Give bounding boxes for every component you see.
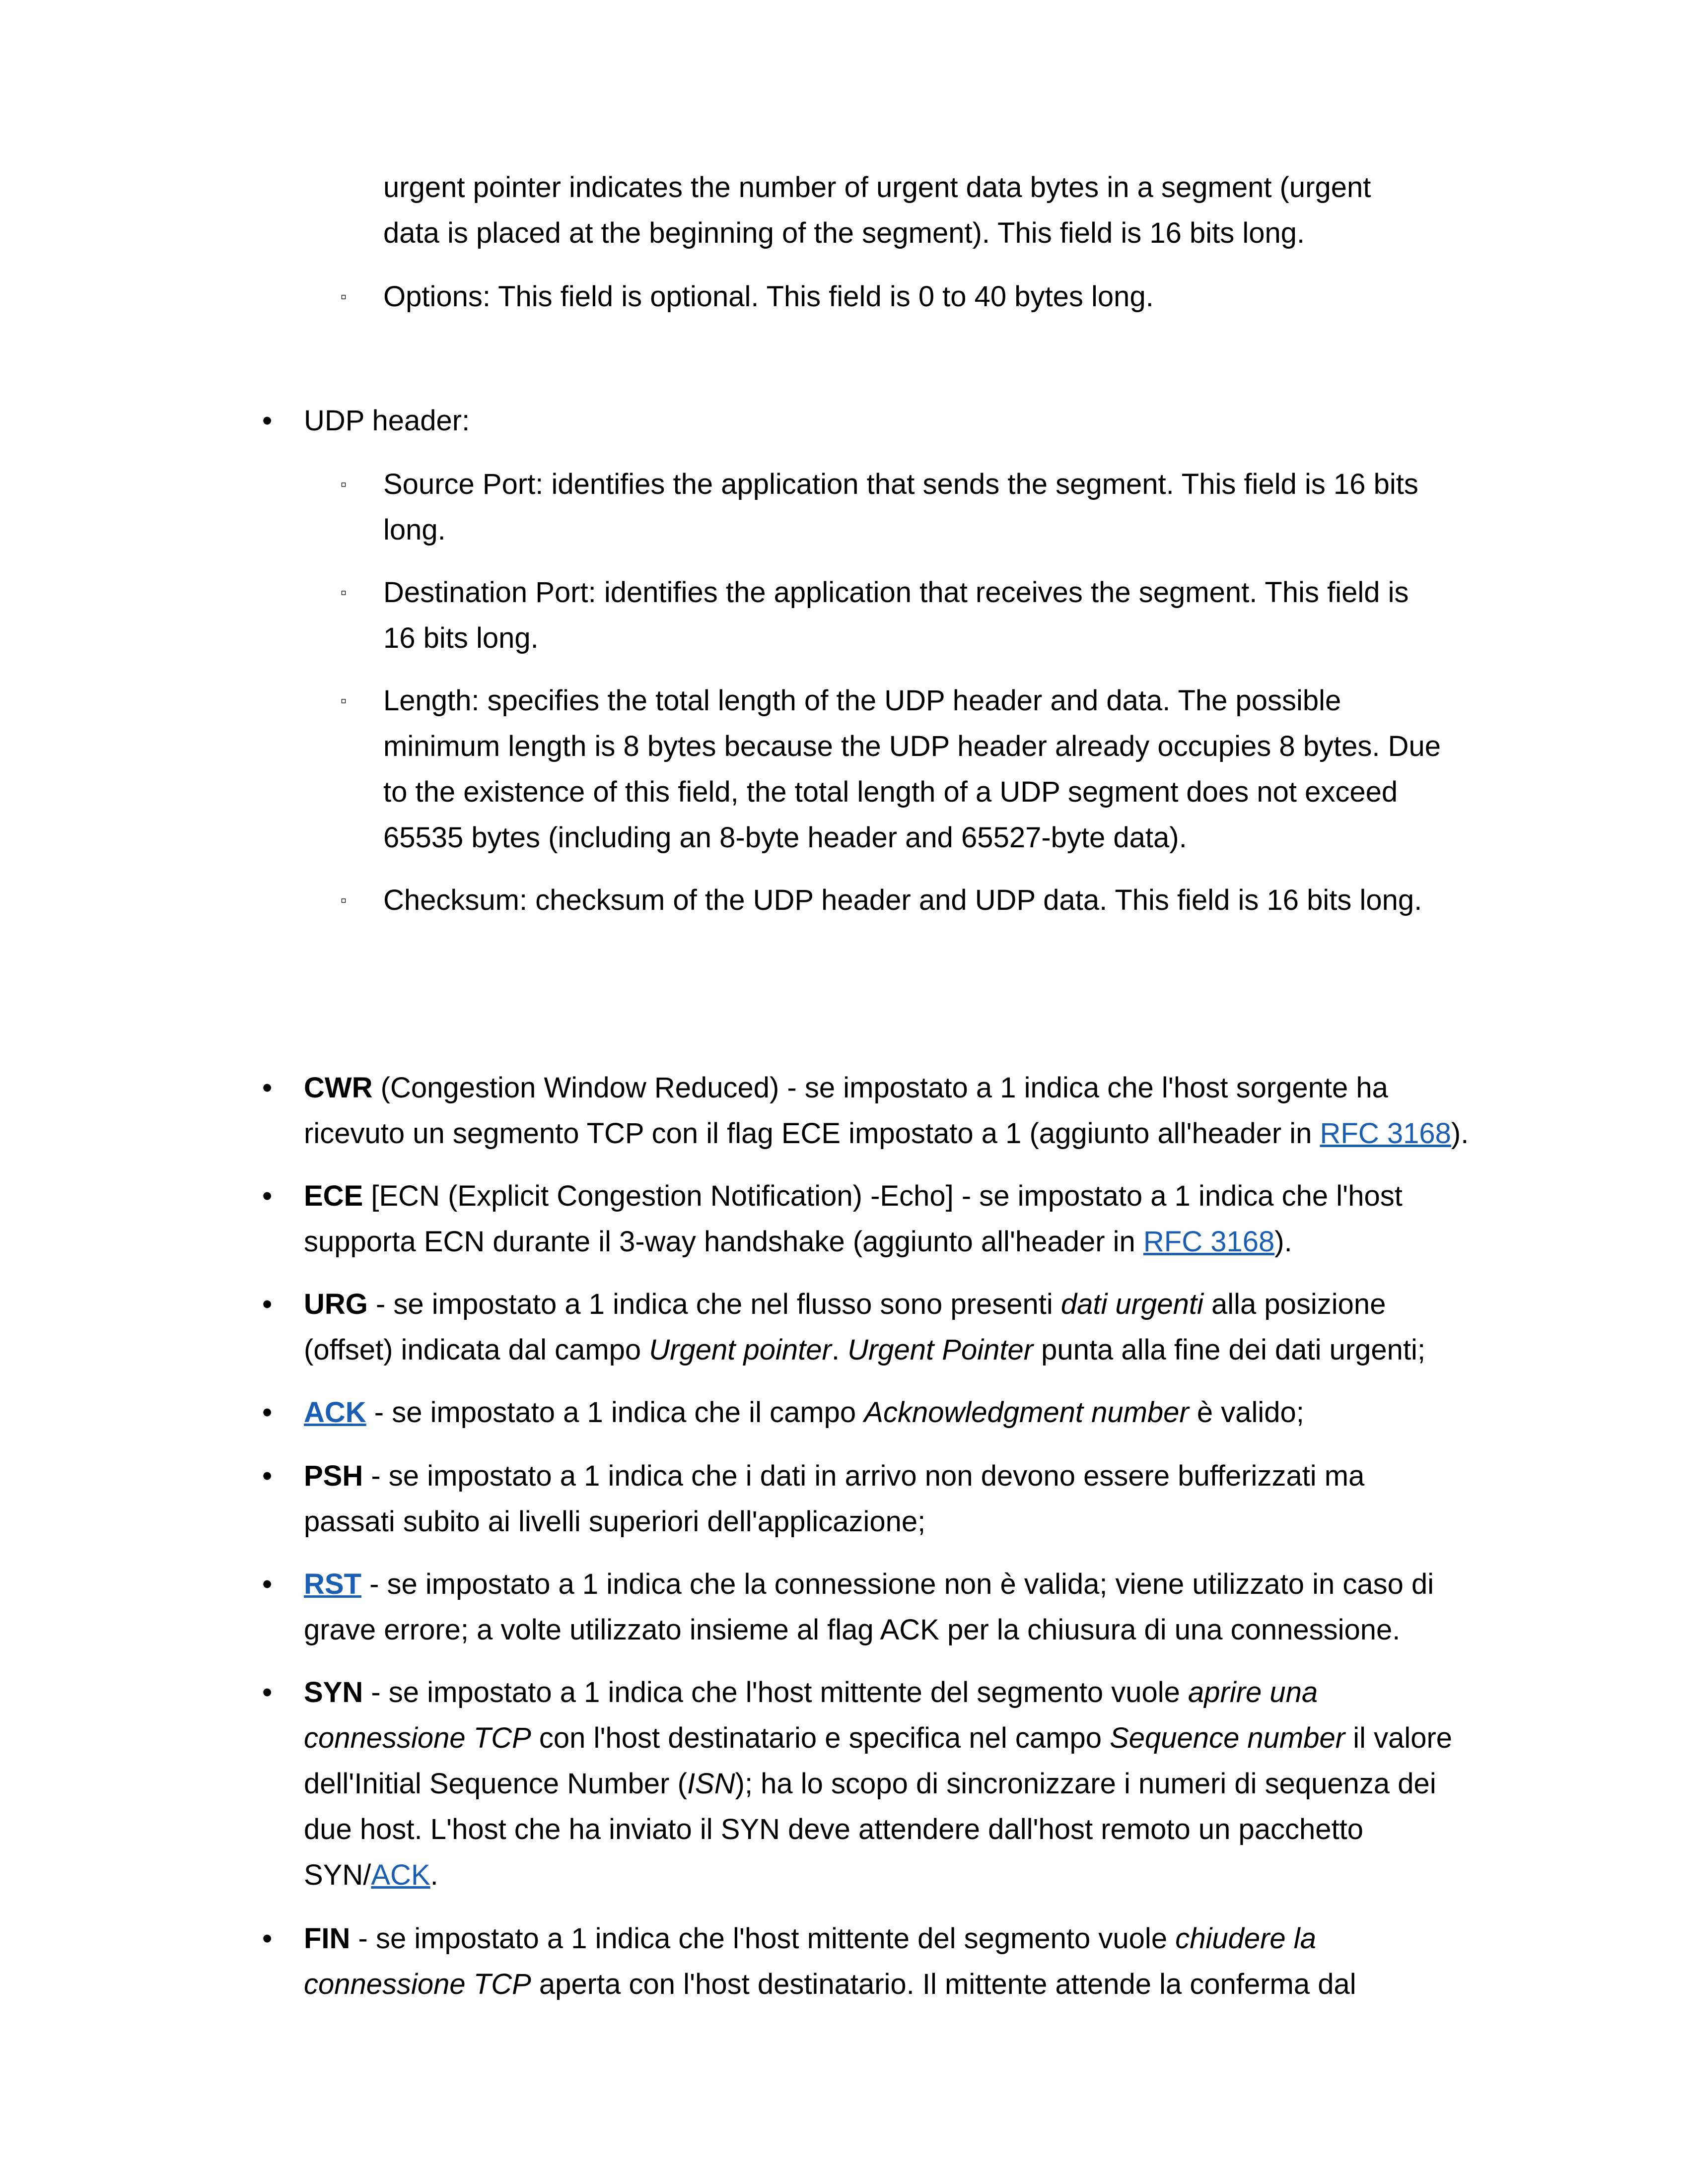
flag-text: - se impostato a 1 indica che l'host mit…: [363, 1676, 1189, 1708]
bullet-icon: •: [262, 1922, 273, 1955]
flag-text: il valore: [1345, 1722, 1453, 1754]
bullet-icon: •: [262, 1396, 273, 1429]
sub-bullet-icon: ▫: [341, 691, 347, 710]
udp-source-port-line: Source Port: identifies the application …: [383, 468, 1418, 500]
bullet-icon: •: [262, 1288, 273, 1320]
flag-text: - se impostato a 1 indica che l'host mit…: [350, 1922, 1176, 1955]
bullet-icon: •: [262, 1460, 273, 1492]
bullet-icon: •: [262, 405, 273, 437]
flag-text: .: [831, 1334, 848, 1366]
bullet-icon: •: [262, 1180, 273, 1212]
flag-text: ).: [1451, 1117, 1469, 1150]
flag-text: ); ha lo scopo di sincronizzare i numeri…: [735, 1768, 1436, 1800]
bullet-icon: •: [262, 1072, 273, 1104]
flag-text: aperta con l'host destinatario. Il mitte…: [531, 1968, 1356, 2000]
rst-link[interactable]: RST: [304, 1568, 361, 1600]
udp-destination-port-line: Destination Port: identifies the applica…: [383, 576, 1409, 609]
flag-cwr-line: ricevuto un segmento TCP con il flag ECE…: [304, 1111, 1469, 1157]
flag-text: supporta ECN durante il 3-way handshake …: [304, 1226, 1143, 1258]
flag-text: dell'Initial Sequence Number (: [304, 1768, 687, 1800]
flag-rst-line: RST - se impostato a 1 indica che la con…: [304, 1562, 1434, 1607]
flag-text: (Congestion Window Reduced) - se imposta…: [372, 1072, 1388, 1104]
flag-syn-line: connessione TCP con l'host destinatario …: [304, 1715, 1452, 1761]
flag-text: ).: [1274, 1226, 1292, 1258]
udp-length-line: 65535 bytes (including an 8-byte header …: [383, 821, 1187, 854]
bullet-icon: •: [262, 1676, 273, 1708]
flag-text-italic: dati urgenti: [1060, 1288, 1203, 1320]
flag-text: - se impostato a 1 indica che nel flusso…: [367, 1288, 1061, 1320]
flag-rst-line: grave errore; a volte utilizzato insieme…: [304, 1614, 1401, 1646]
udp-checksum-line: Checksum: checksum of the UDP header and…: [383, 884, 1422, 916]
sub-bullet-icon: ▫: [341, 583, 347, 602]
flag-text-italic: chiudere la: [1175, 1922, 1316, 1955]
flag-text: ricevuto un segmento TCP con il flag ECE…: [304, 1117, 1320, 1150]
flag-syn-line: dell'Initial Sequence Number (ISN); ha l…: [304, 1761, 1436, 1807]
sub-bullet-icon: ▫: [341, 891, 347, 910]
flag-text-italic: connessione TCP: [304, 1722, 531, 1754]
sub-bullet-icon: ▫: [341, 287, 347, 306]
flag-text: - se impostato a 1 indica che i dati in …: [363, 1460, 1365, 1492]
udp-heading: UDP header:: [304, 405, 470, 437]
flag-text: alla posizione: [1203, 1288, 1386, 1320]
flag-syn-line: SYN - se impostato a 1 indica che l'host…: [304, 1670, 1318, 1715]
flag-text: punta alla fine dei dati urgenti;: [1033, 1334, 1426, 1366]
udp-source-port-line: long.: [383, 514, 446, 546]
flag-name: FIN: [304, 1922, 351, 1955]
flag-text: - se impostato a 1 indica che la conness…: [361, 1568, 1434, 1600]
flag-urg-line: (offset) indicata dal campo Urgent point…: [304, 1327, 1425, 1373]
rfc-3168-link[interactable]: RFC 3168: [1143, 1226, 1274, 1258]
flag-text: SYN/: [304, 1859, 371, 1891]
flag-text: - se impostato a 1 indica che il campo: [366, 1396, 864, 1429]
flag-name: SYN: [304, 1676, 363, 1708]
flag-text: è valido;: [1189, 1396, 1304, 1429]
flag-text-italic: Urgent pointer: [649, 1334, 832, 1366]
flag-text-italic: Acknowledgment number: [864, 1396, 1189, 1429]
flag-name: URG: [304, 1288, 368, 1320]
tcp-options-item: Options: This field is optional. This fi…: [383, 280, 1154, 313]
document-page: urgent pointer indicates the number of u…: [0, 0, 1688, 2184]
flag-syn-line: due host. L'host che ha inviato il SYN d…: [304, 1813, 1364, 1845]
flag-name: ECE: [304, 1180, 363, 1212]
flag-name: PSH: [304, 1460, 363, 1492]
flag-ece-line: supporta ECN durante il 3-way handshake …: [304, 1219, 1292, 1265]
flag-text: [ECN (Explicit Congestion Notification) …: [363, 1180, 1403, 1212]
sub-bullet-icon: ▫: [341, 475, 347, 494]
rfc-3168-link[interactable]: RFC 3168: [1320, 1117, 1451, 1150]
flag-ece-line: ECE [ECN (Explicit Congestion Notificati…: [304, 1173, 1403, 1219]
flag-psh-line: PSH - se impostato a 1 indica che i dati…: [304, 1453, 1364, 1499]
flag-cwr-line: CWR (Congestion Window Reduced) - se imp…: [304, 1065, 1388, 1111]
flag-name: CWR: [304, 1072, 373, 1104]
flag-text: (offset) indicata dal campo: [304, 1334, 649, 1366]
flag-text-italic: ISN: [687, 1768, 735, 1800]
flag-psh-line: passati subito ai livelli superiori dell…: [304, 1505, 926, 1538]
flag-syn-line: SYN/ACK.: [304, 1852, 438, 1898]
flag-text-italic: connessione TCP: [304, 1968, 531, 2000]
bullet-icon: •: [262, 1568, 273, 1600]
text-line: data is placed at the beginning of the s…: [383, 217, 1305, 249]
udp-length-line: to the existence of this field, the tota…: [383, 776, 1398, 808]
flag-text-italic: aprire una: [1188, 1676, 1318, 1708]
flag-text: con l'host destinatario e specifica nel …: [531, 1722, 1110, 1754]
flag-urg-line: URG - se impostato a 1 indica che nel fl…: [304, 1282, 1386, 1327]
flag-fin-line: FIN - se impostato a 1 indica che l'host…: [304, 1916, 1316, 1962]
flag-ack-line: ACK - se impostato a 1 indica che il cam…: [304, 1390, 1304, 1435]
text-line: urgent pointer indicates the number of u…: [383, 171, 1371, 204]
ack-link[interactable]: ACK: [304, 1396, 366, 1429]
ack-link[interactable]: ACK: [371, 1859, 430, 1891]
flag-text-italic: Sequence number: [1110, 1722, 1345, 1754]
flag-text-italic: Urgent Pointer: [847, 1334, 1034, 1366]
udp-length-line: Length: specifies the total length of th…: [383, 684, 1341, 717]
udp-destination-port-line: 16 bits long.: [383, 622, 539, 654]
udp-length-line: minimum length is 8 bytes because the UD…: [383, 730, 1441, 762]
flag-text: .: [430, 1859, 438, 1891]
flag-fin-line: connessione TCP aperta con l'host destin…: [304, 1962, 1356, 2007]
